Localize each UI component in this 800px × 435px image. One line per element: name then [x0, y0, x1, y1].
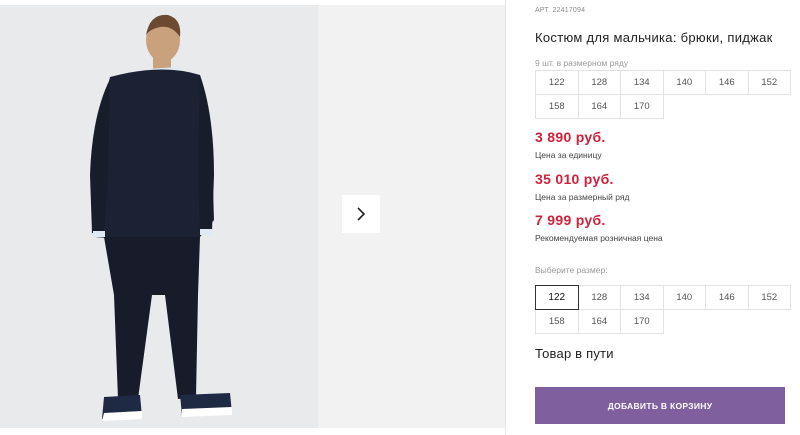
size-selector: 122 128 134 140 146 152 158 164 170 — [535, 285, 791, 334]
size-option[interactable]: 134 — [620, 285, 664, 310]
retail-price: 7 999 руб. — [535, 212, 606, 228]
unit-price-note: Цена за единицу — [535, 150, 602, 160]
unit-price: 3 890 руб. — [535, 129, 606, 145]
gallery-next-button[interactable] — [342, 195, 380, 233]
size-option[interactable]: 146 — [705, 285, 749, 310]
product-title: Костюм для мальчика: брюки, пиджак — [535, 30, 773, 45]
chevron-right-icon — [357, 207, 366, 221]
range-size-cell: 134 — [620, 70, 664, 95]
stock-status: Товар в пути — [535, 346, 614, 361]
size-option[interactable]: 128 — [577, 285, 621, 310]
size-option[interactable]: 158 — [535, 309, 579, 334]
add-to-cart-button[interactable]: ДОБАВИТЬ В КОРЗИНУ — [535, 387, 785, 424]
range-price: 35 010 руб. — [535, 171, 614, 187]
size-option[interactable]: 164 — [577, 309, 621, 334]
boy-in-suit-image — [90, 14, 232, 421]
choose-size-label: Выберите размер: — [535, 265, 608, 275]
column-divider — [505, 0, 506, 435]
size-range-label: 9 шт. в размерном ряду — [535, 58, 629, 68]
range-size-cell: 146 — [705, 70, 749, 95]
size-option[interactable]: 152 — [747, 285, 791, 310]
article-number: АРТ. 22417094 — [535, 7, 585, 14]
range-size-cell: 170 — [620, 94, 664, 119]
product-photo[interactable] — [0, 5, 318, 428]
product-gallery — [0, 0, 505, 435]
range-size-cell: 152 — [747, 70, 791, 95]
range-size-cell: 122 — [535, 70, 579, 95]
range-price-note: Цена за размерный ряд — [535, 192, 630, 202]
range-size-cell: 158 — [535, 94, 579, 119]
article-value: 22417094 — [552, 7, 586, 14]
range-size-cell: 164 — [577, 94, 621, 119]
retail-price-note: Рекомендуемая розничная цена — [535, 233, 663, 243]
size-option[interactable]: 170 — [620, 309, 664, 334]
size-range-grid: 122 128 134 140 146 152 158 164 170 — [535, 70, 791, 119]
range-size-cell: 128 — [577, 70, 621, 95]
size-option-selected[interactable]: 122 — [535, 285, 579, 310]
article-label: АРТ. — [535, 7, 551, 14]
range-size-cell: 140 — [662, 70, 706, 95]
size-option[interactable]: 140 — [662, 285, 706, 310]
